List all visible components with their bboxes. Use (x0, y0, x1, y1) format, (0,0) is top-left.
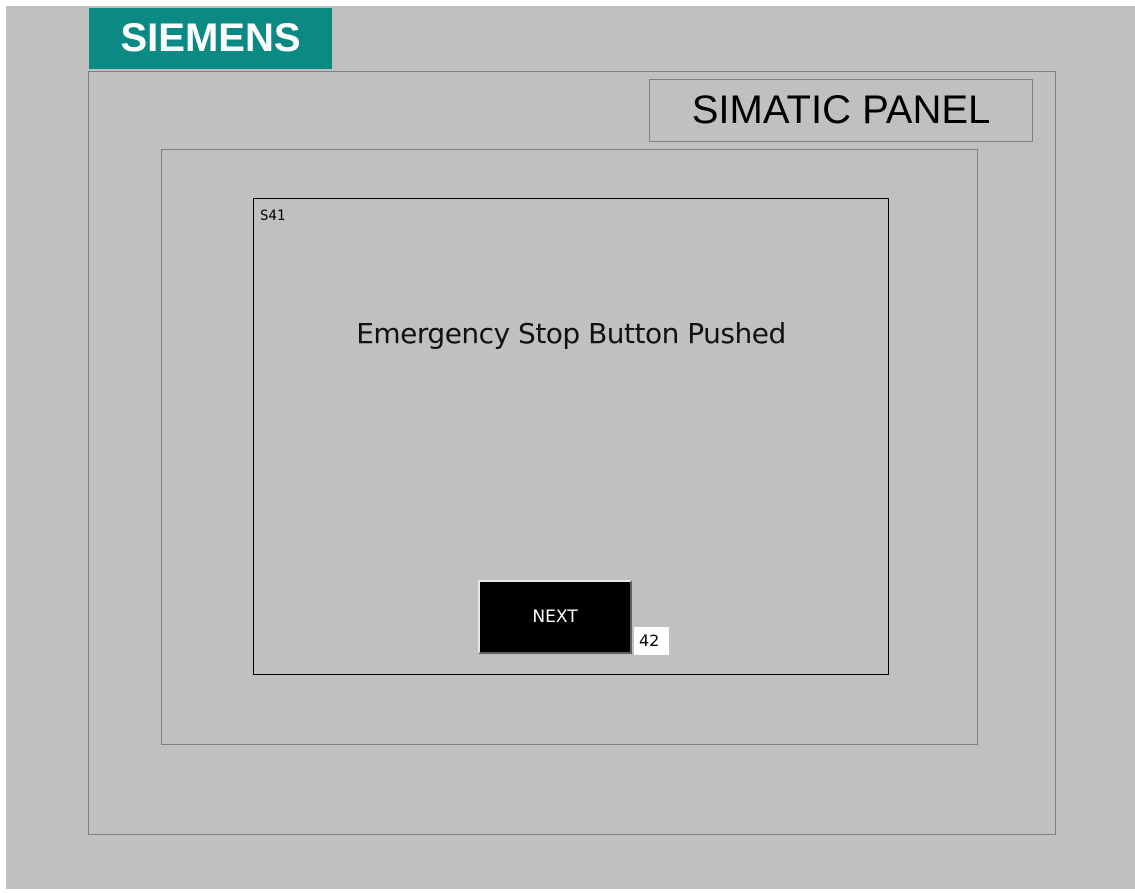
display-screen: S41 Emergency Stop Button Pushed NEXT 42 (253, 198, 889, 675)
button-counter-value: 42 (634, 627, 669, 655)
screen-id-label: S41 (260, 208, 286, 224)
alarm-message: Emergency Stop Button Pushed (356, 317, 786, 350)
next-button[interactable]: NEXT (478, 580, 632, 654)
panel-title: SIMATIC PANEL (649, 79, 1033, 142)
siemens-logo: SIEMENS (89, 8, 332, 69)
